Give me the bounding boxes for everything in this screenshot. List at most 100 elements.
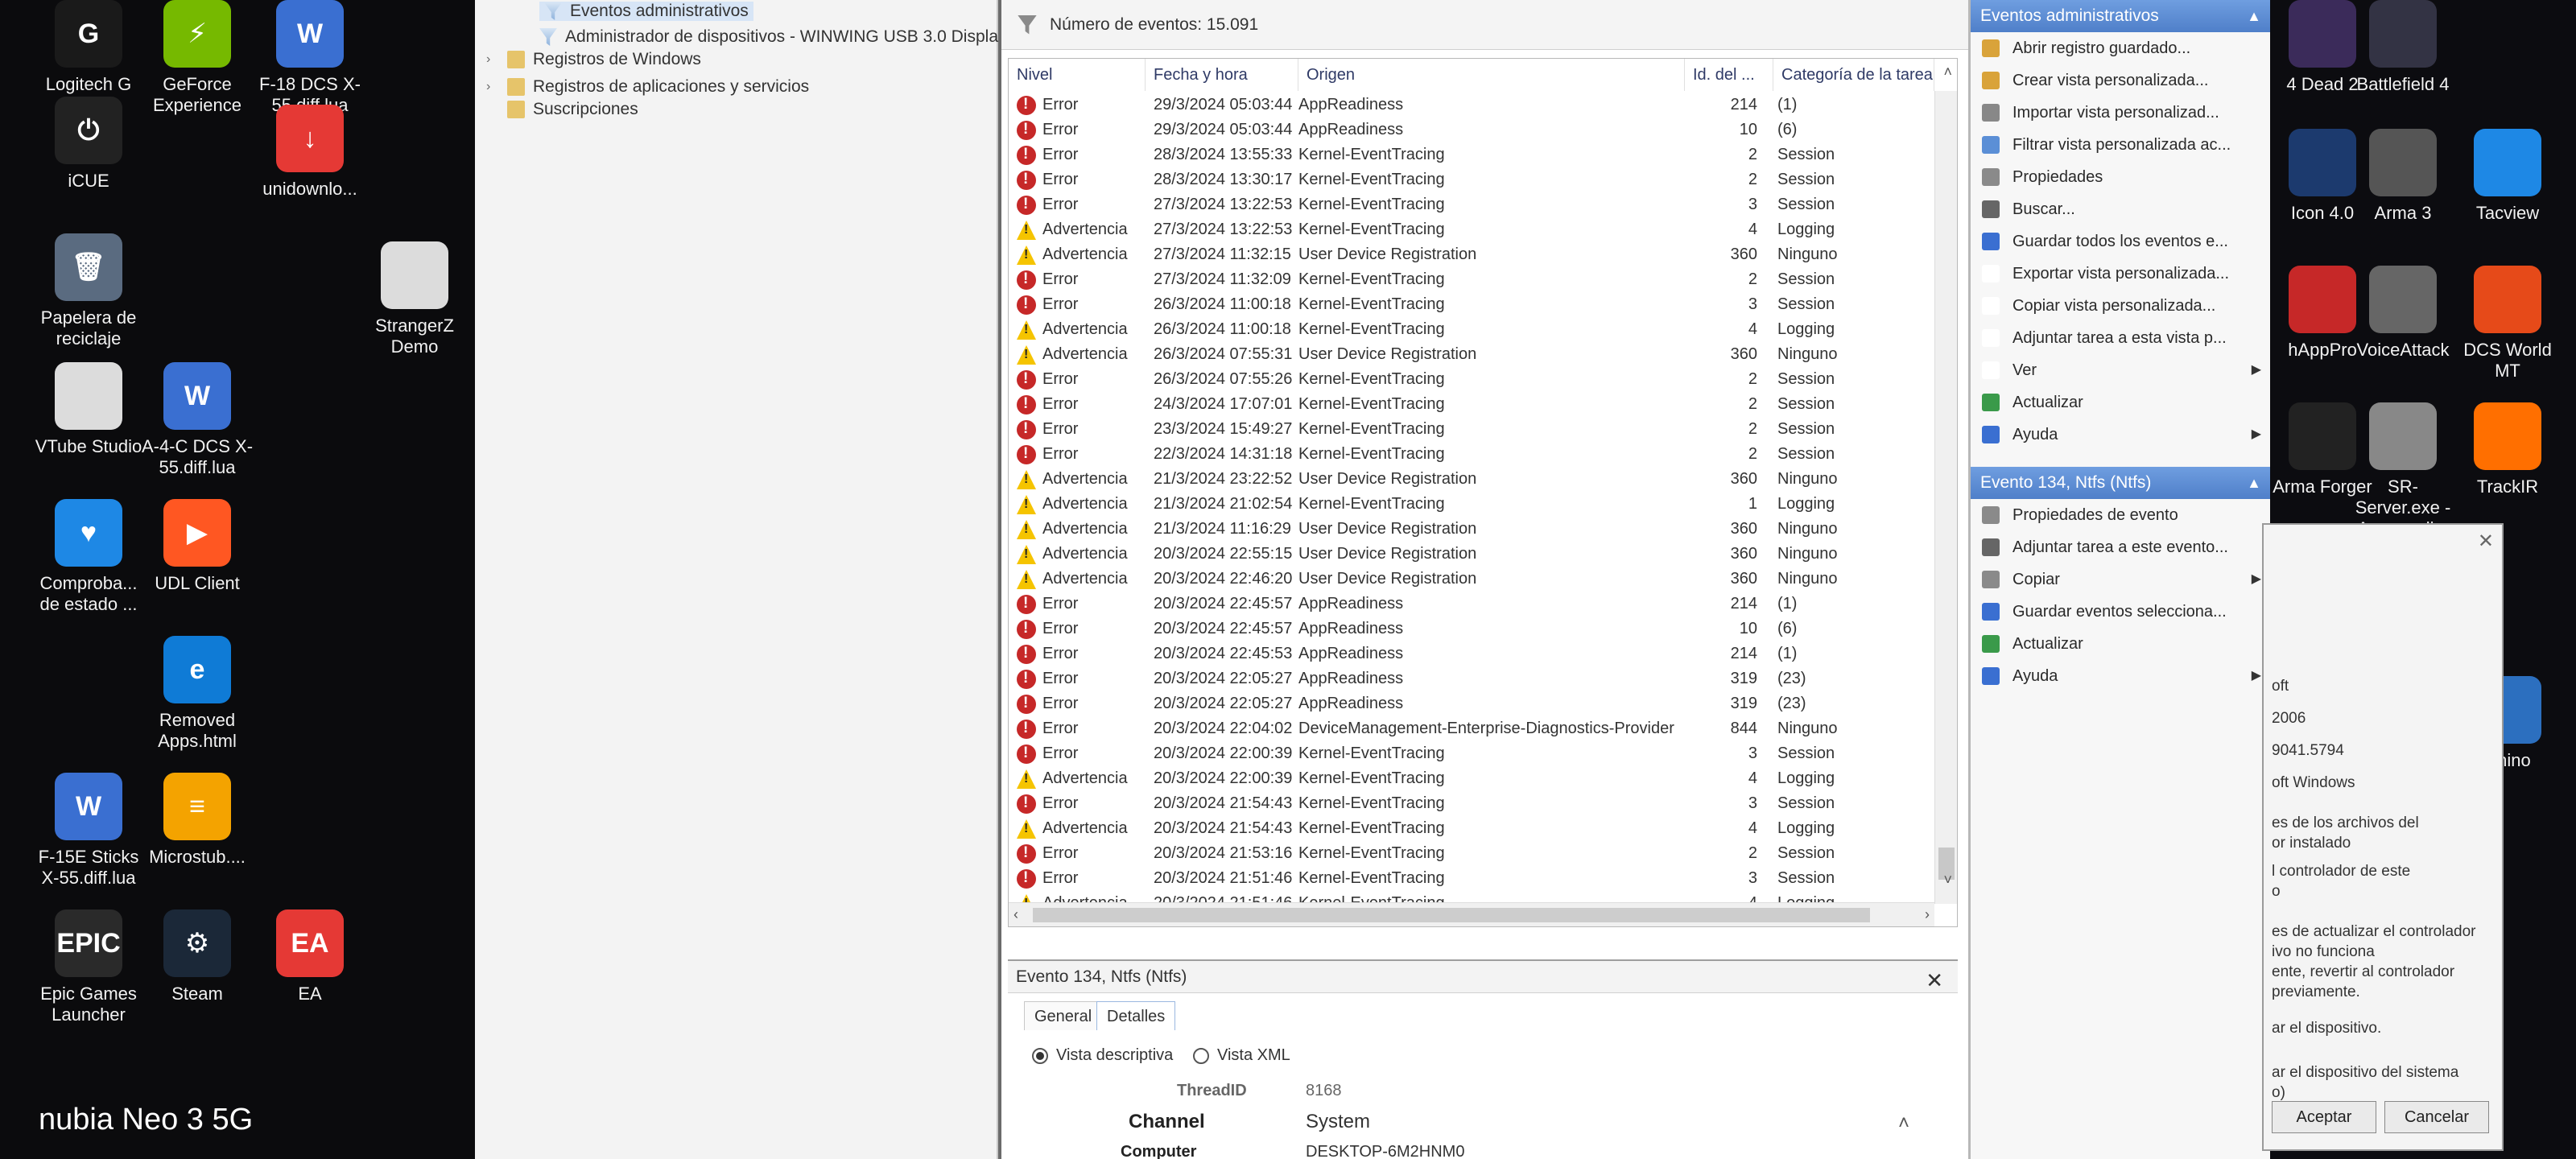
desktop-icon[interactable]: SR-Server.exe - Acceso di... (2351, 402, 2455, 539)
action-item[interactable]: Exportar vista personalizada... (1971, 258, 2273, 290)
table-row[interactable]: Advertencia 27/3/2024 11:32:15 User Device… (1009, 242, 1918, 267)
desktop-icon[interactable]: ♥ Comproba... de estado ... (28, 499, 149, 615)
horizontal-scroll-thumb[interactable] (1033, 908, 1870, 922)
collapse-caret-icon[interactable]: ▲ (2247, 467, 2261, 499)
expand-arrow-icon[interactable]: › (486, 80, 499, 94)
tab-general[interactable]: General (1024, 1001, 1103, 1030)
action-item[interactable]: Guardar todos los eventos e... (1971, 225, 2273, 258)
desktop-icon[interactable]: EPIC Epic Games Launcher (28, 909, 149, 1025)
column-header-source[interactable]: Origen (1298, 59, 1685, 91)
action-item[interactable]: Guardar eventos selecciona... (1971, 596, 2273, 628)
table-row[interactable]: Error 20/3/2024 22:45:57 AppReadiness 214 (1… (1009, 592, 1918, 617)
table-row[interactable]: Advertencia 20/3/2024 22:46:20 User Device… (1009, 567, 1918, 592)
scroll-left-arrow-icon[interactable]: ‹ (1013, 906, 1018, 923)
action-item[interactable]: Propiedades (1971, 161, 2273, 193)
table-row[interactable]: Error 20/3/2024 21:54:43 Kernel-EventTraci… (1009, 791, 1918, 816)
desktop-icon[interactable]: Arma 3 (2351, 129, 2455, 224)
desktop-icon[interactable]: ↓ unidownlo... (250, 105, 370, 200)
action-item[interactable]: Ver ▶ (1971, 354, 2273, 386)
radio-xml-view[interactable]: Vista XML (1193, 1046, 1290, 1065)
actions-section-admin-events[interactable]: Eventos administrativos ▲ (1971, 0, 2273, 32)
table-row[interactable]: Advertencia 20/3/2024 22:55:15 User Device… (1009, 542, 1918, 567)
desktop-icon[interactable]: TrackIR (2455, 402, 2560, 497)
action-item[interactable]: Filtrar vista personalizada ac... (1971, 129, 2273, 161)
action-item[interactable]: Buscar... (1971, 193, 2273, 225)
table-row[interactable]: Error 28/3/2024 13:30:17 Kernel-EventTraci… (1009, 167, 1918, 192)
scroll-up-arrow-icon[interactable]: ˄ (1943, 64, 1952, 80)
tree-item-subscriptions[interactable]: Suscripciones (507, 100, 638, 119)
action-item[interactable]: Adjuntar tarea a este evento... (1971, 531, 2273, 563)
desktop-icon[interactable]: EA EA (250, 909, 370, 1004)
table-row[interactable]: Error 29/3/2024 05:03:44 AppReadiness 214 (1… (1009, 93, 1918, 118)
desktop-icon[interactable]: ⚙ Steam (137, 909, 258, 1004)
tab-details[interactable]: Detalles (1096, 1001, 1176, 1030)
table-row[interactable]: Error 22/3/2024 14:31:18 Kernel-EventTraci… (1009, 442, 1918, 467)
table-row[interactable]: Error 27/3/2024 13:22:53 Kernel-EventTraci… (1009, 192, 1918, 217)
column-header-date[interactable]: Fecha y hora (1146, 59, 1298, 91)
table-row[interactable]: Error 20/3/2024 22:04:02 DeviceManagement-… (1009, 716, 1918, 741)
table-row[interactable]: Advertencia 20/3/2024 21:54:43 Kernel-Even… (1009, 816, 1918, 841)
action-item[interactable]: Adjuntar tarea a esta vista p... (1971, 322, 2273, 354)
collapse-caret-icon[interactable]: ▲ (2247, 0, 2261, 32)
table-row[interactable]: Error 20/3/2024 22:00:39 Kernel-EventTraci… (1009, 741, 1918, 766)
collapse-chevron-icon[interactable]: ˄ (1898, 1112, 1909, 1135)
desktop-icon[interactable]: 🗑 Papelera de reciclaje (28, 233, 149, 349)
radio-friendly-view[interactable]: Vista descriptiva (1032, 1046, 1173, 1065)
action-item[interactable]: Importar vista personalizad... (1971, 97, 2273, 129)
expand-arrow-icon[interactable]: › (486, 52, 499, 67)
desktop-icon[interactable]: DCS World MT (2455, 266, 2560, 382)
filter-icon[interactable] (1018, 14, 1037, 35)
scroll-down-arrow-icon[interactable]: ˅ (1943, 872, 1952, 889)
table-row[interactable]: Advertencia 26/3/2024 07:55:31 User Device… (1009, 342, 1918, 367)
action-item[interactable]: Ayuda ▶ (1971, 419, 2273, 451)
desktop-icon[interactable]: VoiceAttack (2351, 266, 2455, 361)
desktop-icon[interactable]: Tacview (2455, 129, 2560, 224)
horizontal-scrollbar[interactable]: ‹ › (1009, 902, 1934, 926)
tree-item-windows-logs[interactable]: › Registros de Windows (486, 50, 701, 69)
action-item[interactable]: Copiar vista personalizada... (1971, 290, 2273, 322)
action-item[interactable]: Actualizar (1971, 628, 2273, 660)
desktop-icon[interactable]: ▶ UDL Client (137, 499, 258, 594)
action-item[interactable]: Crear vista personalizada... (1971, 64, 2273, 97)
action-item[interactable]: Propiedades de evento (1971, 499, 2273, 531)
table-row[interactable]: Error 20/3/2024 22:05:27 AppReadiness 319 (2… (1009, 691, 1918, 716)
table-row[interactable]: Error 20/3/2024 21:53:16 Kernel-EventTraci… (1009, 841, 1918, 866)
dialog-close-icon[interactable]: ✕ (2478, 530, 2494, 553)
table-row[interactable]: Error 20/3/2024 22:05:27 AppReadiness 319 (2… (1009, 666, 1918, 691)
table-row[interactable]: Error 26/3/2024 07:55:26 Kernel-EventTraci… (1009, 367, 1918, 392)
tree-item-app-service-logs[interactable]: › Registros de aplicaciones y servicios (486, 77, 809, 97)
table-row[interactable]: Advertencia 21/3/2024 23:22:52 User Device… (1009, 467, 1918, 492)
vertical-scrollbar[interactable] (1934, 91, 1957, 904)
table-row[interactable]: Advertencia 21/3/2024 21:02:54 Kernel-Even… (1009, 492, 1918, 517)
column-header-level[interactable]: Nivel (1009, 59, 1146, 91)
cancel-button[interactable]: Cancelar (2384, 1101, 2489, 1133)
action-item[interactable]: Copiar ▶ (1971, 563, 2273, 596)
table-row[interactable]: Error 27/3/2024 11:32:09 Kernel-EventTraci… (1009, 267, 1918, 292)
table-row[interactable]: Advertencia 27/3/2024 13:22:53 Kernel-Even… (1009, 217, 1918, 242)
desktop-icon[interactable]: Battlefield 4 (2351, 0, 2455, 95)
desktop-icon[interactable]: ⚡ GeForce Experience (137, 0, 258, 116)
action-item[interactable]: Abrir registro guardado... (1971, 32, 2273, 64)
table-row[interactable]: Error 20/3/2024 21:51:46 Kernel-EventTraci… (1009, 866, 1918, 891)
desktop-icon[interactable]: W F-15E Sticks X-55.diff.lua (28, 773, 149, 889)
tree-item-admin-events[interactable]: Eventos administrativos (539, 2, 753, 21)
actions-section-event-134[interactable]: Evento 134, Ntfs (Ntfs) ▲ (1971, 467, 2273, 499)
close-icon[interactable]: ✕ (1926, 964, 1943, 996)
table-row[interactable]: Advertencia 21/3/2024 11:16:29 User Device… (1009, 517, 1918, 542)
table-row[interactable]: Error 20/3/2024 22:45:57 AppReadiness 10 (6) (1009, 617, 1918, 641)
table-row[interactable]: Error 20/3/2024 22:45:53 AppReadiness 214 (1… (1009, 641, 1918, 666)
table-row[interactable]: Error 26/3/2024 11:00:18 Kernel-EventTraci… (1009, 292, 1918, 317)
tree-item-device-manager-view[interactable]: Administrador de dispositivos - WINWING … (539, 27, 1016, 47)
accept-button[interactable]: Aceptar (2272, 1101, 2376, 1133)
action-item[interactable]: Ayuda ▶ (1971, 660, 2273, 692)
desktop-icon[interactable]: e Removed Apps.html (137, 636, 258, 752)
desktop-icon[interactable]: WF-18 DCS X-55.diff.lua (250, 0, 370, 116)
desktop-icon[interactable]: ⏻ iCUE (28, 97, 149, 192)
desktop-icon[interactable]: VTube Studio (28, 362, 149, 457)
desktop-icon[interactable]: W A-4-C DCS X-55.diff.lua (137, 362, 258, 478)
table-row[interactable]: Advertencia 26/3/2024 11:00:18 Kernel-Even… (1009, 317, 1918, 342)
table-row[interactable]: Error 29/3/2024 05:03:44 AppReadiness 10 (6) (1009, 118, 1918, 142)
column-header-task-category[interactable]: Categoría de la tarea (1773, 59, 1934, 91)
table-row[interactable]: Error 23/3/2024 15:49:27 Kernel-EventTraci… (1009, 417, 1918, 442)
column-header-event-id[interactable]: Id. del ... (1685, 59, 1773, 91)
